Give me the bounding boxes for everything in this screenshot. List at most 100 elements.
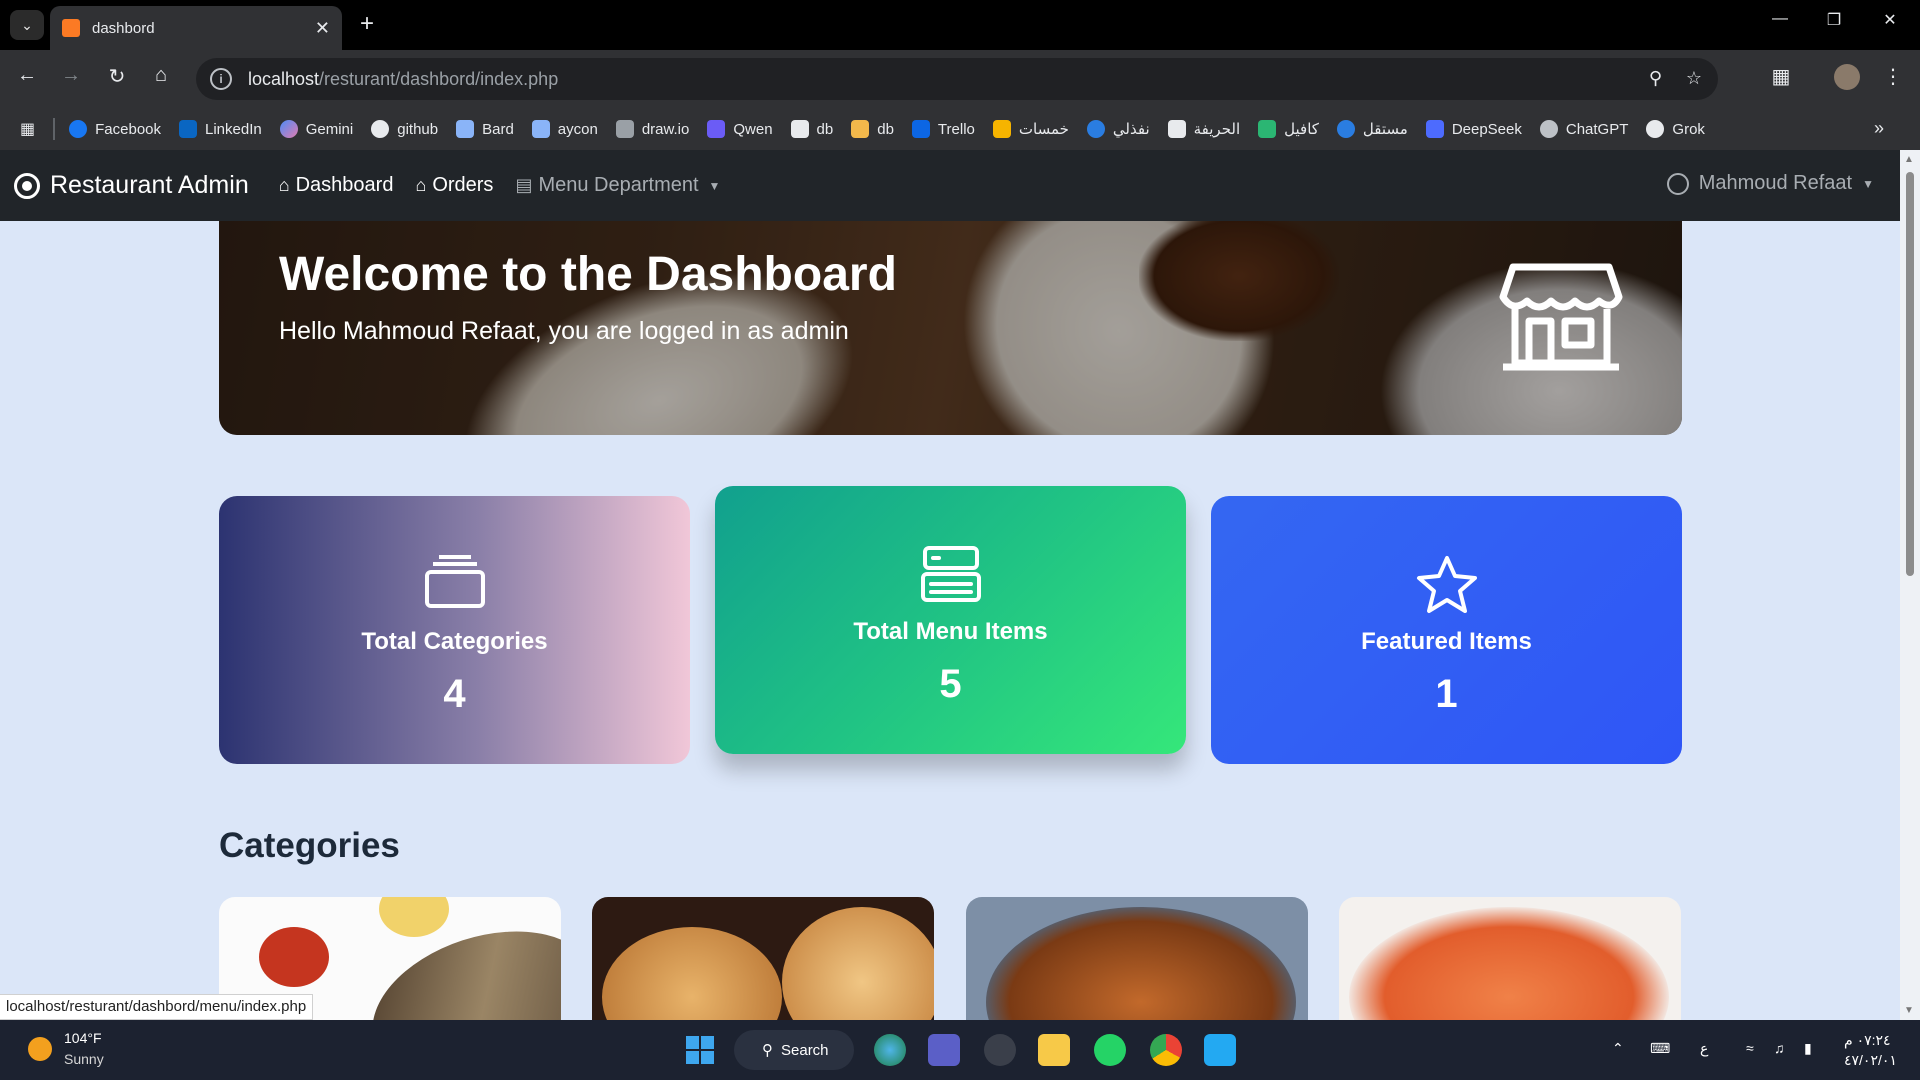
apps-grid-icon[interactable]: ▦: [20, 119, 35, 139]
reload-icon[interactable]: ↻: [102, 64, 132, 89]
bookmark-linkedin[interactable]: LinkedIn: [179, 120, 262, 138]
bookmark-grok[interactable]: Grok: [1646, 120, 1705, 138]
clock-time[interactable]: ٠٧:٢٤ م: [1844, 1032, 1891, 1049]
bookmark-kafiil[interactable]: كافيل: [1258, 120, 1319, 138]
keyboard-icon[interactable]: ⌨: [1650, 1040, 1670, 1057]
chrome-icon[interactable]: [1150, 1034, 1182, 1066]
clock-date[interactable]: ٤٧/٠٢/٠١: [1844, 1052, 1897, 1069]
tab-search-button[interactable]: ⌄: [10, 10, 44, 40]
category-card-chicken[interactable]: [966, 897, 1308, 1020]
welcome-hero-banner: Welcome to the Dashboard Hello Mahmoud R…: [219, 221, 1682, 435]
bookmark-trello[interactable]: Trello: [911, 120, 975, 138]
stat-card-featured-items[interactable]: Featured Items 1: [1211, 496, 1682, 764]
user-dropdown[interactable]: Mahmoud Refaat ▼: [1666, 172, 1874, 195]
gemini-icon: [279, 120, 298, 138]
bookmark-nafezly[interactable]: نفذلي: [1086, 120, 1150, 138]
facebook-icon: [69, 120, 88, 138]
nav-menu-department-label: Menu Department: [538, 174, 699, 196]
trello-icon: [911, 120, 930, 138]
nav-dashboard-label: Dashboard: [295, 174, 394, 196]
brand-title[interactable]: Restaurant Admin: [50, 171, 249, 200]
url-text: localhost/resturant/dashbord/index.php: [248, 69, 558, 90]
bookmark-label: db: [816, 120, 834, 138]
close-tab-icon[interactable]: ✕: [315, 18, 330, 39]
nav-orders[interactable]: ⌂ Orders: [415, 174, 493, 197]
star-icon: [1416, 556, 1477, 613]
new-tab-button[interactable]: +: [352, 10, 382, 38]
vscode-icon[interactable]: [1204, 1034, 1236, 1066]
stat-card-menu-items[interactable]: Total Menu Items 5: [715, 486, 1186, 754]
nav-dashboard[interactable]: ⌂ Dashboard: [279, 174, 394, 197]
caret-down-icon: ▼: [1862, 176, 1874, 191]
minimize-window-icon[interactable]: —: [1760, 10, 1800, 28]
restore-window-icon[interactable]: ❐: [1814, 10, 1854, 30]
weather-condition[interactable]: Sunny: [64, 1051, 104, 1067]
bookmark-aycon[interactable]: aycon: [531, 120, 598, 138]
close-window-icon[interactable]: ✕: [1870, 10, 1910, 30]
bookmark-label: DeepSeek: [1451, 120, 1522, 138]
bookmark-db-1[interactable]: db: [790, 120, 834, 138]
drawio-icon: [615, 120, 634, 138]
battery-icon[interactable]: ▮: [1804, 1040, 1812, 1057]
scroll-thumb[interactable]: [1906, 172, 1914, 576]
bookmark-db-2[interactable]: db: [851, 120, 894, 138]
bookmark-drawio[interactable]: draw.io: [615, 120, 690, 138]
scroll-down-icon[interactable]: ▼: [1904, 1005, 1914, 1016]
browser-tab[interactable]: dashbord ✕: [50, 6, 342, 50]
edge-browser-icon[interactable]: [874, 1034, 906, 1066]
scroll-up-icon[interactable]: ▲: [1904, 154, 1914, 165]
category-card-burgers[interactable]: [592, 897, 934, 1020]
input-language[interactable]: ع: [1700, 1040, 1708, 1057]
bookmarks-bar: ▦ Facebook LinkedIn Gemini github Bard a…: [0, 108, 1920, 150]
bookmark-label: db: [877, 120, 894, 138]
windows-taskbar: 104°F Sunny ⚲ Search ⌃ ⌨ ع ≈ ♫ ▮ ٠٧:٢٤ م …: [0, 1020, 1920, 1080]
volume-icon[interactable]: ♫: [1774, 1040, 1785, 1056]
home-icon[interactable]: ⌂: [146, 64, 176, 87]
bookmark-facebook[interactable]: Facebook: [69, 120, 161, 138]
wifi-icon[interactable]: ≈: [1746, 1040, 1754, 1056]
teams-icon[interactable]: [928, 1034, 960, 1066]
brand-logo-icon: [14, 172, 40, 199]
bookmark-bard[interactable]: Bard: [456, 120, 514, 138]
bookmark-github[interactable]: github: [371, 120, 438, 138]
profile-avatar[interactable]: [1834, 64, 1860, 90]
forward-icon[interactable]: →: [56, 64, 86, 87]
xampp-favicon-icon: [62, 19, 80, 37]
bookmark-khamsat[interactable]: خمسات: [992, 120, 1069, 138]
nav-menu-department-dropdown[interactable]: ▤ Menu Department ▼: [515, 174, 720, 197]
bookmark-deepseek[interactable]: DeepSeek: [1425, 120, 1522, 138]
file-explorer-icon[interactable]: [1038, 1034, 1070, 1066]
whatsapp-icon[interactable]: [1094, 1034, 1126, 1066]
category-card-shrimp[interactable]: [1339, 897, 1681, 1020]
back-icon[interactable]: ←: [12, 64, 42, 87]
taskbar-search[interactable]: ⚲ Search: [734, 1030, 854, 1070]
bookmark-label: LinkedIn: [205, 120, 262, 138]
password-key-icon[interactable]: ⚲: [1649, 68, 1662, 89]
bookmark-chatgpt[interactable]: ChatGPT: [1539, 120, 1628, 138]
bookmark-qwen[interactable]: Qwen: [707, 120, 773, 138]
tray-chevron-up-icon[interactable]: ⌃: [1612, 1040, 1624, 1057]
media-player-icon[interactable]: [984, 1034, 1016, 1066]
stat-card-categories[interactable]: Total Categories 4: [219, 496, 690, 764]
roast-chicken-image: [986, 907, 1296, 1020]
khamsat-icon: [992, 120, 1011, 138]
chrome-menu-icon[interactable]: ⋮: [1878, 64, 1908, 89]
bookmark-label: github: [397, 120, 439, 138]
weather-temperature[interactable]: 104°F: [64, 1030, 102, 1046]
more-bookmarks-icon[interactable]: »: [1874, 118, 1884, 139]
bookmark-label: draw.io: [641, 120, 690, 138]
address-bar[interactable]: i localhost/resturant/dashbord/index.php…: [196, 58, 1718, 100]
bookmark-label: Bard: [482, 120, 514, 138]
windows-start-icon[interactable]: [686, 1036, 714, 1064]
url-path: /resturant/dashbord/index.php: [319, 68, 559, 89]
extensions-icon[interactable]: ▦: [1766, 64, 1796, 89]
site-info-icon[interactable]: i: [210, 68, 232, 90]
sun-icon[interactable]: [28, 1037, 52, 1061]
bookmark-alhareefa[interactable]: الحريفة: [1167, 120, 1240, 138]
bookmark-mostaql[interactable]: مستقل: [1336, 120, 1408, 138]
bookmark-gemini[interactable]: Gemini: [279, 120, 353, 138]
page-scrollbar[interactable]: ▲ ▼: [1900, 150, 1920, 1020]
bookmark-star-icon[interactable]: ☆: [1686, 68, 1702, 89]
link-hover-status: localhost/resturant/dashbord/menu/index.…: [0, 994, 314, 1020]
bookmark-label: Trello: [937, 120, 975, 138]
